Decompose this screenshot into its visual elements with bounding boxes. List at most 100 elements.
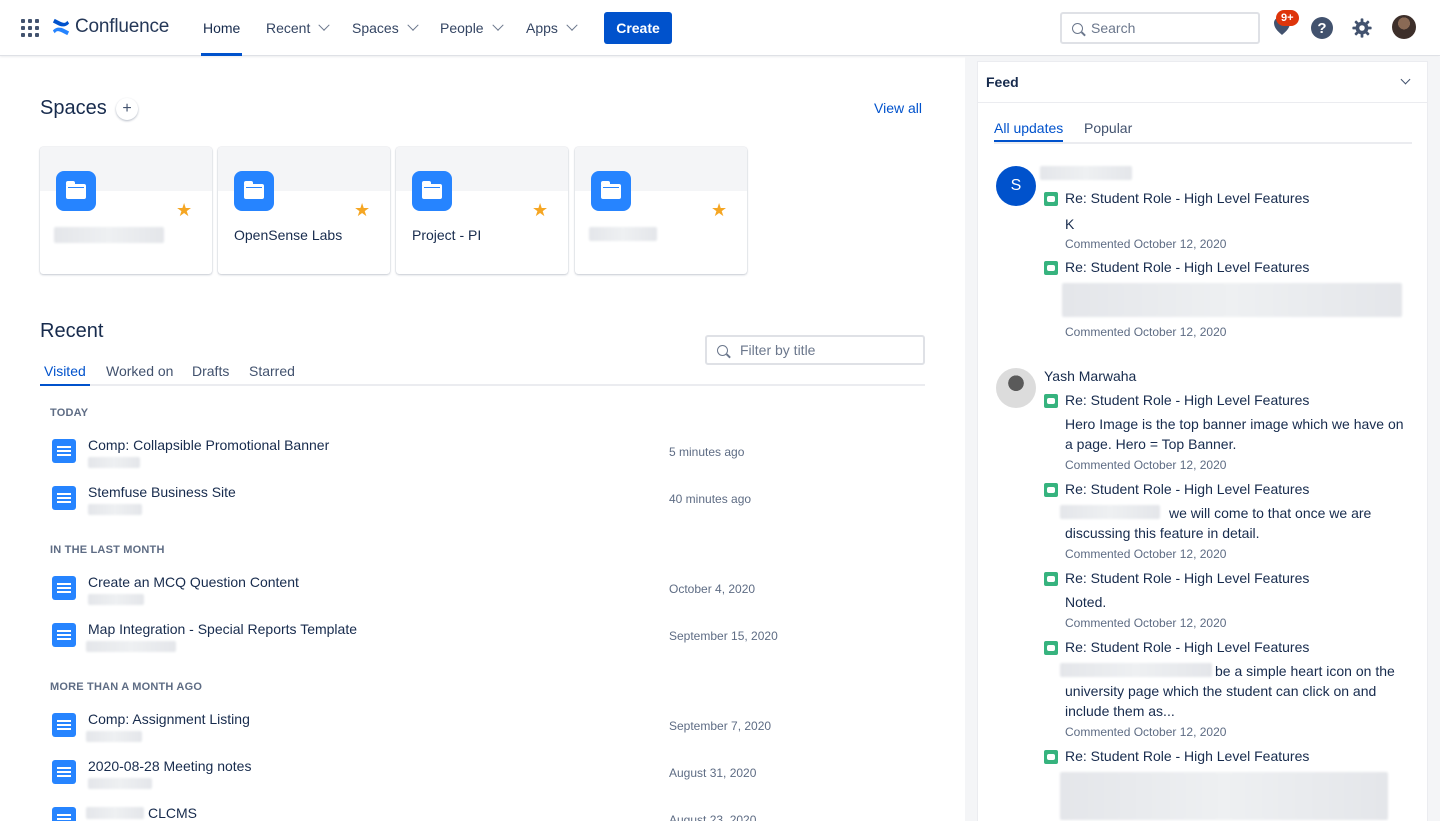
starred-icon[interactable]: ★ — [354, 201, 370, 219]
comment-page-title[interactable]: Re: Student Role - High Level Features — [1065, 639, 1309, 655]
page-icon — [52, 713, 76, 737]
chevron-down-icon — [318, 19, 331, 31]
redacted-user-name — [1040, 166, 1132, 180]
profile-avatar[interactable] — [1392, 15, 1416, 39]
nav-home[interactable]: Home — [200, 0, 243, 56]
search-icon — [717, 344, 728, 356]
starred-icon[interactable]: ★ — [711, 201, 727, 219]
settings-gear-icon[interactable] — [1351, 17, 1373, 39]
tab-starred[interactable]: Starred — [249, 363, 295, 379]
feed-comment[interactable]: Re: Student Role - High Level Features b… — [1044, 639, 1404, 745]
recent-row[interactable]: Map Integration - Special Reports Templa… — [50, 621, 920, 665]
tab-all-updates[interactable]: All updates — [994, 120, 1064, 142]
search-icon — [1072, 22, 1083, 34]
recent-row[interactable]: 2020-08-28 Meeting notes August 31, 2020 — [50, 758, 920, 802]
page-icon — [52, 760, 76, 784]
page-title[interactable]: CLCMS — [148, 805, 197, 821]
logo-text: Confluence — [75, 16, 170, 37]
space-card[interactable]: ★ OpenSense Labs — [218, 147, 390, 274]
comment-page-title[interactable]: Re: Student Role - High Level Features — [1065, 570, 1309, 586]
recent-row[interactable]: Comp: Collapsible Promotional Banner 5 m… — [50, 437, 920, 481]
comment-page-title[interactable]: Re: Student Role - High Level Features — [1065, 259, 1309, 275]
comment-meta: Commented October 12, 2020 — [1065, 325, 1227, 339]
recent-row[interactable]: CLCMS August 23, 2020 — [50, 805, 920, 821]
comment-page-title[interactable]: Re: Student Role - High Level Features — [1065, 190, 1309, 206]
confluence-logo-icon — [52, 18, 70, 36]
recent-row[interactable]: Create an MCQ Question Content October 4… — [50, 574, 920, 618]
comment-icon — [1044, 192, 1058, 206]
plus-icon: + — [122, 100, 132, 117]
nav-apps-label: Apps — [526, 20, 558, 36]
visited-time: October 4, 2020 — [669, 582, 756, 596]
recent-row[interactable]: Stemfuse Business Site 40 minutes ago — [50, 484, 920, 528]
page-title[interactable]: Create an MCQ Question Content — [88, 574, 299, 590]
comment-body: Noted. — [1065, 594, 1107, 610]
page-title[interactable]: Comp: Assignment Listing — [88, 711, 250, 727]
redacted-title-prefix — [86, 807, 144, 819]
visited-time: September 15, 2020 — [669, 629, 778, 643]
tab-popular[interactable]: Popular — [1084, 120, 1132, 136]
feed-comment[interactable]: Re: Student Role - High Level Features C… — [1044, 259, 1404, 339]
starred-icon[interactable]: ★ — [532, 201, 548, 219]
user-avatar[interactable] — [996, 368, 1036, 408]
page-title[interactable]: Stemfuse Business Site — [88, 484, 236, 500]
visited-time: August 23, 2020 — [669, 813, 757, 821]
section-label-older: MORE THAN A MONTH AGO — [50, 681, 203, 693]
comment-body: we will come to that once we are discuss… — [1065, 505, 1372, 541]
redacted-text — [589, 227, 657, 241]
feed-comment[interactable]: Re: Student Role - High Level Features H… — [1044, 392, 1404, 478]
feed-user-name[interactable]: Yash Marwaha — [1044, 368, 1136, 384]
comment-meta: Commented October 12, 2020 — [1065, 458, 1227, 472]
add-space-button[interactable]: + — [116, 98, 138, 120]
create-button[interactable]: Create — [604, 12, 672, 44]
feed-comment[interactable]: Re: Student Role - High Level Features w… — [1044, 481, 1404, 567]
comment-page-title[interactable]: Re: Student Role - High Level Features — [1065, 748, 1309, 764]
starred-icon[interactable]: ★ — [176, 201, 192, 219]
space-name: OpenSense Labs — [234, 227, 343, 243]
comment-meta: Commented October 12, 2020 — [1065, 237, 1227, 251]
tab-drafts[interactable]: Drafts — [192, 363, 229, 379]
space-card[interactable]: ★ — [575, 147, 747, 274]
search-field[interactable] — [1060, 12, 1260, 44]
feed-title: Feed — [986, 74, 1019, 90]
page-icon — [52, 486, 76, 510]
nav-apps[interactable]: Apps — [526, 0, 578, 56]
space-folder-icon — [412, 171, 452, 211]
tab-visited[interactable]: Visited — [40, 363, 90, 386]
recent-row[interactable]: Comp: Assignment Listing September 7, 20… — [50, 711, 920, 755]
comment-page-title[interactable]: Re: Student Role - High Level Features — [1065, 481, 1309, 497]
page-title[interactable]: 2020-08-28 Meeting notes — [88, 758, 251, 774]
comment-body: Hero Image is the top banner image which… — [1065, 416, 1404, 452]
chevron-down-icon[interactable] — [1400, 74, 1411, 85]
help-icon[interactable]: ? — [1311, 17, 1333, 39]
recent-heading: Recent — [40, 320, 104, 342]
nav-recent[interactable]: Recent — [266, 0, 331, 56]
filter-by-title-input[interactable] — [740, 342, 910, 358]
visited-time: 40 minutes ago — [669, 492, 752, 506]
nav-spaces[interactable]: Spaces — [352, 0, 419, 56]
feed-comment[interactable]: Re: Student Role - High Level Features — [1044, 748, 1404, 821]
feed-panel: Feed All updates Popular S Re: Student R… — [977, 61, 1428, 821]
redacted-space-name — [88, 504, 142, 515]
feed-comment[interactable]: Re: Student Role - High Level Features K… — [1044, 190, 1404, 260]
comment-meta: Commented October 12, 2020 — [1065, 725, 1227, 739]
nav-people[interactable]: People — [440, 0, 504, 56]
page-title[interactable]: Comp: Collapsible Promotional Banner — [88, 437, 329, 453]
page-title[interactable]: Map Integration - Special Reports Templa… — [88, 621, 357, 637]
space-card[interactable]: ★ Project - PI — [396, 147, 568, 274]
app-switcher-icon[interactable] — [21, 19, 39, 37]
redacted-comment-body — [1060, 772, 1388, 820]
comment-body: K — [1065, 216, 1075, 232]
space-card[interactable]: ★ — [40, 147, 212, 274]
feed-header[interactable]: Feed — [978, 62, 1427, 103]
search-input[interactable] — [1091, 20, 1241, 36]
user-avatar[interactable]: S — [996, 166, 1036, 206]
comment-page-title[interactable]: Re: Student Role - High Level Features — [1065, 392, 1309, 408]
feed-tabs: All updates Popular — [994, 120, 1412, 144]
tab-worked-on[interactable]: Worked on — [106, 363, 173, 379]
feed-comment[interactable]: Re: Student Role - High Level Features N… — [1044, 570, 1404, 636]
confluence-logo[interactable]: Confluence — [52, 16, 169, 38]
avatar-initial: S — [1010, 177, 1022, 194]
view-all-spaces-link[interactable]: View all — [874, 100, 922, 116]
comment-icon — [1044, 394, 1058, 408]
